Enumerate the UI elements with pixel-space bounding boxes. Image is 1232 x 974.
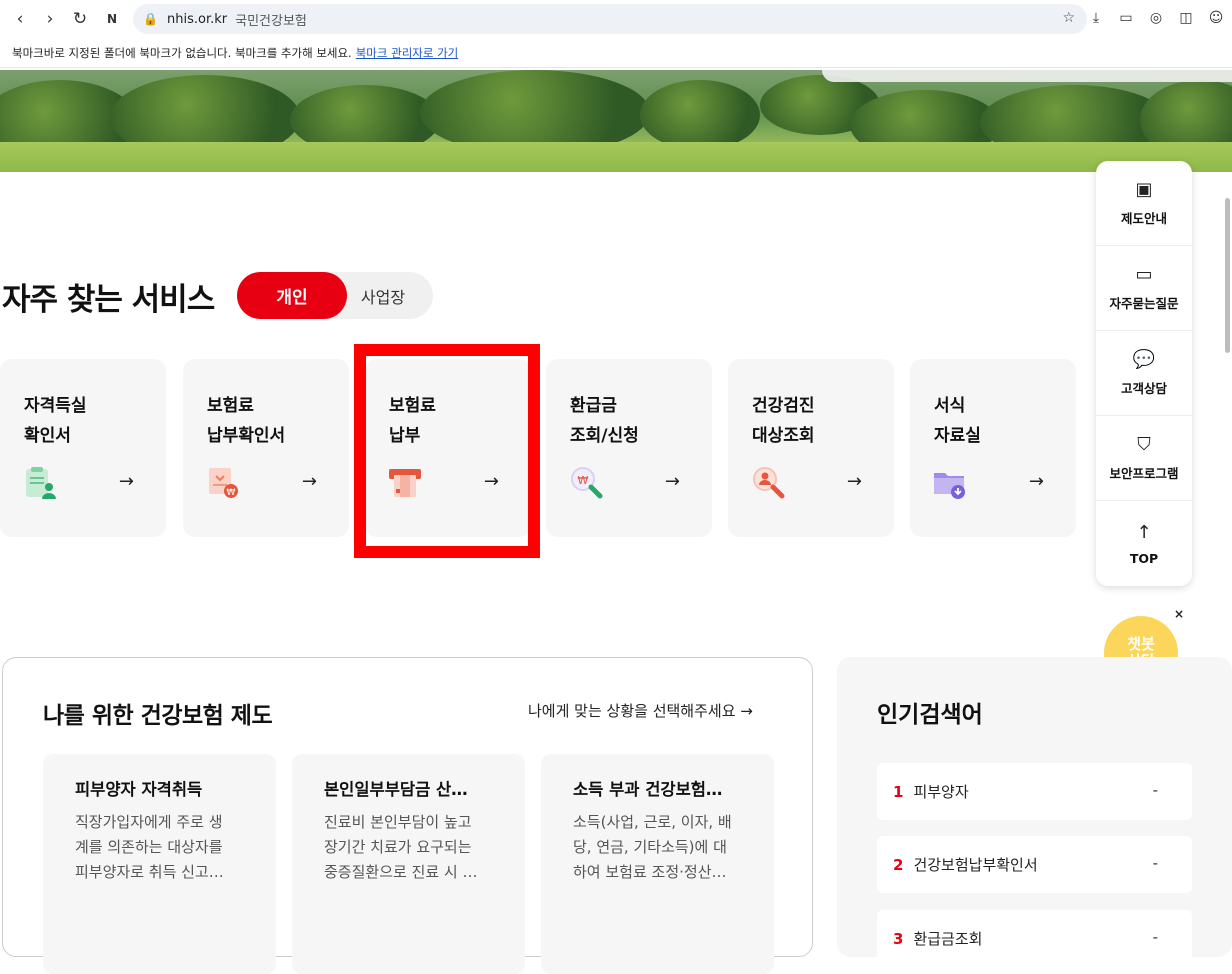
quick-menu-top[interactable]: ↑ TOP (1096, 501, 1192, 586)
popular-item[interactable]: 3 환급금조회 - (877, 910, 1192, 967)
split-view-icon[interactable]: ◫ (1174, 6, 1198, 30)
chat-bubble-icon: 💬 (1132, 349, 1156, 370)
camera-icon[interactable]: ▭ (1114, 6, 1138, 30)
svg-text:₩: ₩ (578, 474, 589, 487)
url-domain: nhis.or.kr (167, 11, 228, 27)
bookmark-star-icon[interactable]: ☆ (1062, 10, 1075, 26)
forward-icon[interactable]: › (34, 3, 66, 35)
quick-menu: ▣ 제도안내 ▭ 자주묻는질문 💬 고객상담 ⛉ 보안프로그램 ↑ TOP (1096, 161, 1192, 586)
program-card[interactable]: 본인일부부담금 산… 진료비 본인부담이 높고 장기간 치료가 요구되는 중증질환으… (292, 754, 525, 974)
quick-menu-security[interactable]: ⛉ 보안프로그램 (1096, 416, 1192, 501)
clipboard-person-icon (26, 467, 56, 499)
tab-business[interactable]: 사업장 (353, 272, 413, 319)
folder-question-icon: ▭ (1135, 264, 1153, 285)
back-icon[interactable]: ‹ (4, 3, 36, 35)
bookmark-manager-link[interactable]: 북마크 관리자로 가기 (356, 45, 459, 61)
insurance-title: 나를 위한 건강보험 제도 (43, 703, 273, 729)
folder-download-icon (934, 473, 965, 499)
insurance-programs-panel: 나를 위한 건강보험 제도 나에게 맞는 상황을 선택해주세요 → 피부양자 자… (2, 657, 813, 974)
popular-searches-panel: 인기검색어 1 피부양자 - 2 건강보험납부확인서 - 3 환급금조회 - (837, 657, 1232, 967)
arrow-right-icon: → (664, 471, 680, 492)
program-card[interactable]: 소득 부과 건강보험… 소득(사업, 근로, 이자, 배 당, 연금, 기타소득)… (541, 754, 774, 974)
service-card-forms[interactable]: 서식 자료실 → (910, 359, 1076, 537)
user-type-toggle: 개인 사업장 (237, 272, 433, 319)
arrow-right-icon: → (846, 471, 862, 492)
page-scrollbar[interactable] (1225, 198, 1230, 353)
naver-icon[interactable]: N (96, 3, 128, 35)
book-icon: ▣ (1135, 179, 1153, 200)
tab-individual[interactable]: 개인 (237, 272, 347, 319)
situation-select-link[interactable]: 나에게 맞는 상황을 선택해주세요 → (528, 700, 753, 721)
download-icon[interactable]: ⤓ (1084, 6, 1108, 30)
arrow-right-icon: → (1028, 471, 1044, 492)
shield-icon: ⛉ (1137, 434, 1151, 455)
reload-icon[interactable]: ↻ (64, 3, 96, 35)
quick-menu-guide[interactable]: ▣ 제도안내 (1096, 161, 1192, 246)
service-card-health-checkup[interactable]: 건강검진 대상조회 → (728, 359, 894, 537)
program-card[interactable]: 피부양자 자격취득 직장가입자에게 주로 생 계를 의존하는 대상자를 피부양자로 … (43, 754, 276, 974)
url-title: 국민건강보험 (235, 13, 307, 29)
chatbot-close-icon[interactable]: × (1174, 607, 1184, 621)
service-card-payment-certificate[interactable]: 보험료 납부확인서 ₩ → (183, 359, 349, 537)
arrow-up-icon: ↑ (1136, 521, 1152, 543)
lock-icon: 🔒 (143, 12, 158, 26)
address-bar[interactable]: 🔒 nhis.or.kr 국민건강보험 ☆ (133, 4, 1087, 34)
arrow-right-icon: → (118, 471, 134, 492)
magnifier-person-icon (753, 467, 785, 499)
capture-icon[interactable]: ◎ (1144, 6, 1168, 30)
service-card-qualification[interactable]: 자격득실 확인서 → (0, 359, 166, 537)
bookmark-message: 북마크바로 지정된 폴더에 북마크가 없습니다. 북마크를 추가해 보세요. (12, 45, 352, 60)
quick-menu-faq[interactable]: ▭ 자주묻는질문 (1096, 246, 1192, 331)
selection-highlight-box (354, 344, 540, 558)
browser-toolbar: ‹ › ↻ N 🔒 nhis.or.kr 국민건강보험 ☆ ⤓ ▭ ◎ ◫ ☺ (0, 0, 1232, 38)
popular-item[interactable]: 2 건강보험납부확인서 - (877, 836, 1192, 893)
bookmark-bar: 북마크바로 지정된 폴더에 북마크가 없습니다. 북마크를 추가해 보세요. 북… (0, 38, 1232, 68)
quick-menu-consult[interactable]: 💬 고객상담 (1096, 331, 1192, 416)
arrow-right-icon: → (301, 471, 317, 492)
hero-banner-image (0, 70, 1232, 172)
popular-title: 인기검색어 (877, 702, 983, 728)
svg-text:₩: ₩ (227, 488, 236, 498)
service-card-refund[interactable]: 환급금 조회/신청 ₩ → (546, 359, 712, 537)
popular-item[interactable]: 1 피부양자 - (877, 763, 1192, 820)
services-title: 자주 찾는 서비스 (2, 282, 215, 318)
receipt-won-icon: ₩ (209, 468, 238, 498)
profile-icon[interactable]: ☺ (1204, 6, 1228, 30)
magnifier-won-icon: ₩ (571, 467, 603, 499)
